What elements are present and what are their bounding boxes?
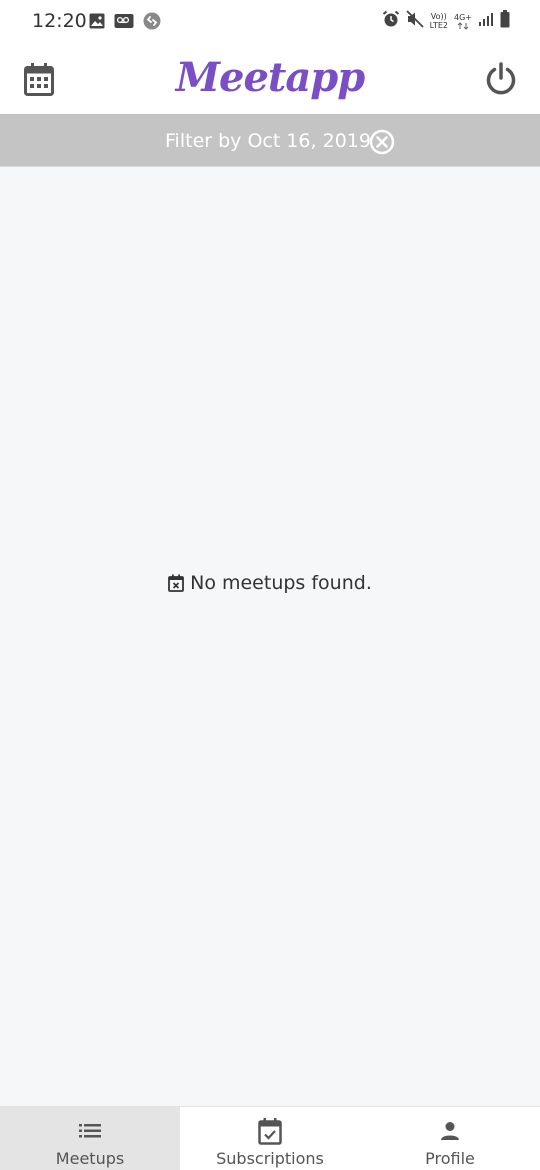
logout-button[interactable]	[480, 58, 522, 100]
data-arrows-icon	[457, 21, 469, 30]
tab-profile-label: Profile	[425, 1149, 475, 1168]
tab-profile[interactable]: Profile	[360, 1107, 540, 1170]
empty-state: No meetups found.	[0, 572, 540, 594]
list-icon	[79, 1117, 101, 1145]
bottom-nav: Meetups Subscriptions Profile	[0, 1106, 540, 1170]
person-icon	[440, 1117, 460, 1145]
status-bar: 12:20 Vo)) LTE2 4G+	[0, 0, 540, 44]
calendar-check-icon	[258, 1117, 282, 1145]
status-time: 12:20	[32, 10, 87, 32]
clear-filter-button[interactable]	[369, 129, 395, 155]
tab-meetups[interactable]: Meetups	[0, 1107, 180, 1170]
voicemail-icon	[114, 13, 134, 33]
tab-subscriptions[interactable]: Subscriptions	[180, 1107, 360, 1170]
empty-message: No meetups found.	[190, 572, 372, 594]
app-logo: Meetapp	[175, 54, 366, 101]
network-type-text: 4G+	[454, 12, 472, 22]
app-header: Meetapp	[0, 44, 540, 114]
close-circle-icon	[369, 129, 395, 155]
signal-icon	[478, 11, 494, 31]
mute-icon	[405, 10, 424, 32]
status-right-icons: Vo)) LTE2 4G+	[382, 10, 510, 32]
alarm-icon	[382, 10, 400, 32]
image-icon	[89, 13, 105, 33]
calendar-x-icon	[168, 574, 185, 592]
filter-label: Filter by Oct 16, 2019	[165, 129, 371, 152]
tab-meetups-label: Meetups	[55, 1149, 125, 1168]
volte-indicator: Vo)) LTE2	[430, 12, 448, 30]
network-type-indicator: 4G+	[454, 13, 472, 30]
tab-subscriptions-label: Subscriptions	[216, 1149, 324, 1168]
volte-text: Vo))	[430, 12, 447, 21]
filter-bar: Filter by Oct 16, 2019	[0, 114, 540, 167]
status-left-icons	[89, 12, 161, 34]
battery-icon	[500, 10, 510, 32]
power-icon	[486, 62, 516, 95]
shazam-icon	[143, 12, 161, 34]
lte-text: LTE2	[429, 21, 448, 30]
